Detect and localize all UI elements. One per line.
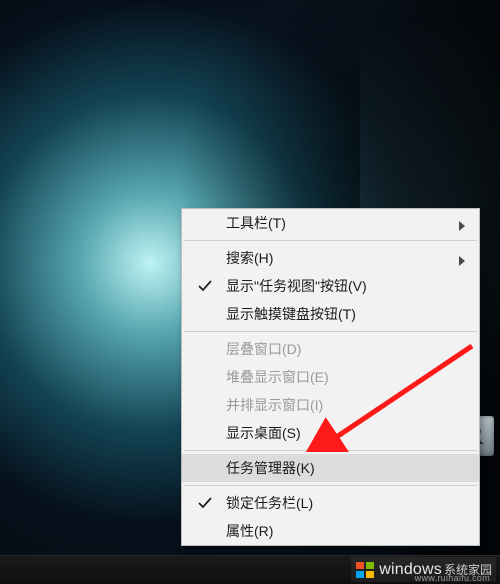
watermark-url: www.ruihaifu.com: [415, 573, 490, 583]
menu-label: 显示桌面(S): [226, 423, 301, 443]
menu-label: 显示"任务视图"按钮(V): [226, 276, 367, 296]
menu-item-cascade-windows[interactable]: 层叠窗口(D): [182, 335, 479, 363]
menu-separator: [184, 450, 477, 451]
chevron-right-icon: [459, 253, 465, 263]
menu-label: 属性(R): [226, 521, 273, 541]
menu-item-search[interactable]: 搜索(H): [182, 244, 479, 272]
check-icon: [198, 279, 212, 293]
menu-label: 任务管理器(K): [226, 458, 315, 478]
menu-label: 锁定任务栏(L): [226, 493, 313, 513]
menu-label: 显示触摸键盘按钮(T): [226, 304, 356, 324]
menu-separator: [184, 485, 477, 486]
menu-separator: [184, 240, 477, 241]
chevron-right-icon: [459, 218, 465, 228]
menu-item-stacked-windows[interactable]: 堆叠显示窗口(E): [182, 363, 479, 391]
screenshot-root: R 工具栏(T) 搜索(H) 显示"任务视图"按钮(V) 显示触摸键盘按钮(T): [0, 0, 500, 584]
menu-label: 层叠窗口(D): [226, 339, 301, 359]
menu-label: 并排显示窗口(I): [226, 395, 323, 415]
taskbar-context-menu: 工具栏(T) 搜索(H) 显示"任务视图"按钮(V) 显示触摸键盘按钮(T) 层…: [181, 208, 480, 546]
menu-item-properties[interactable]: 属性(R): [182, 517, 479, 545]
check-icon: [198, 496, 212, 510]
watermark: windows 系统家园 www.ruihaifu.com: [351, 557, 496, 582]
menu-label: 堆叠显示窗口(E): [226, 367, 329, 387]
menu-item-sidebyside-windows[interactable]: 并排显示窗口(I): [182, 391, 479, 419]
menu-label: 工具栏(T): [226, 213, 286, 233]
menu-item-show-desktop[interactable]: 显示桌面(S): [182, 419, 479, 447]
menu-separator: [184, 331, 477, 332]
windows-logo-icon: [355, 560, 375, 580]
menu-label: 搜索(H): [226, 248, 273, 268]
menu-item-toolbars[interactable]: 工具栏(T): [182, 209, 479, 237]
menu-item-task-manager[interactable]: 任务管理器(K): [182, 454, 479, 482]
menu-item-lock-taskbar[interactable]: 锁定任务栏(L): [182, 489, 479, 517]
menu-item-show-taskview[interactable]: 显示"任务视图"按钮(V): [182, 272, 479, 300]
menu-item-show-touch-keyboard[interactable]: 显示触摸键盘按钮(T): [182, 300, 479, 328]
